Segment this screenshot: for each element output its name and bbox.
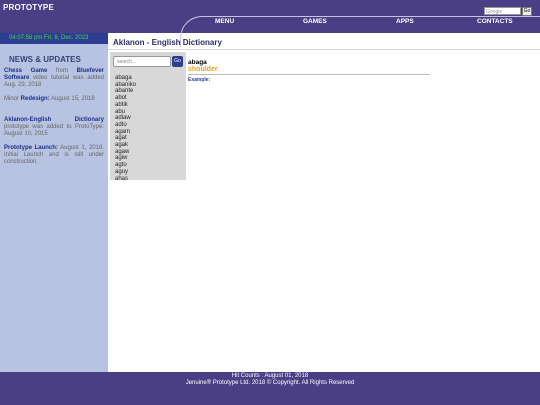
word-list-item[interactable]: agto xyxy=(115,162,136,169)
clock-bar: 04:07:56 pm Fri. 8, Dec. 2023 xyxy=(0,33,108,44)
news-item-chess: Chess Game from Bluefever Software video… xyxy=(4,68,104,89)
nav-item-contacts[interactable]: CONTACTS xyxy=(477,18,513,25)
dictionary-search-input[interactable]: search... xyxy=(113,56,171,67)
word-list: abaga abaniko abante abot abtik abu adlaw adto a… xyxy=(115,75,136,180)
word-list-item[interactable]: abaniko xyxy=(115,82,136,89)
word-list-item[interactable]: abaga xyxy=(115,75,136,82)
news-text: prototype was added to ProtoType: August… xyxy=(4,124,104,137)
google-search-button[interactable]: Go xyxy=(522,7,532,16)
news-link-redesign[interactable]: Redesign: xyxy=(21,96,50,102)
page-title: Aklanon - English Dictionary xyxy=(113,38,222,47)
footer-bar: Hit Counts : August 01, 2018 Jenuine® Pr… xyxy=(0,372,540,405)
word-list-item[interactable]: abu xyxy=(115,109,136,116)
word-list-item[interactable]: abante xyxy=(115,88,136,95)
news-item-dictionary: Aklanon-English Dictionary prototype was… xyxy=(4,117,104,138)
word-list-item[interactable]: abtik xyxy=(115,102,136,109)
nav-item-games[interactable]: GAMES xyxy=(303,18,327,25)
header-bar: PROTOTYPE Google Go MENU GAMES APPS CONT… xyxy=(0,0,540,47)
news-link-dictionary[interactable]: Aklanon-English Dictionary xyxy=(4,117,104,123)
news-text: August 15, 2018 xyxy=(49,96,95,102)
entry-example-label: Example: xyxy=(188,77,211,83)
dictionary-panel: search... Go abaga abaniko abante abot abtik… xyxy=(110,52,186,180)
sidebar: 04:07:56 pm Fri. 8, Dec. 2023 NEWS & UPD… xyxy=(0,33,108,372)
news-link-launch[interactable]: Prototype Launch: xyxy=(4,145,58,151)
word-list-item[interactable]: agaw xyxy=(115,149,136,156)
clock-text: 04:07:56 pm Fri. 8, Dec. 2023 xyxy=(9,35,89,41)
word-list-item[interactable]: aguy xyxy=(115,169,136,176)
copyright: Jenuine® Prototype Ltd. 2018 © Copyright… xyxy=(185,380,355,386)
entry-term: abaga xyxy=(188,59,207,66)
google-search-input[interactable]: Google xyxy=(484,7,521,15)
word-list-item[interactable]: ahas xyxy=(115,176,136,180)
site-logo[interactable]: PROTOTYPE xyxy=(3,3,54,12)
news-link-chess[interactable]: Chess Game xyxy=(4,68,47,74)
dictionary-search-button[interactable]: Go xyxy=(172,56,183,67)
news-text: from xyxy=(47,68,77,74)
nav-item-apps[interactable]: APPS xyxy=(396,18,414,25)
news-item-redesign: Minor Redesign: August 15, 2018 xyxy=(4,96,104,103)
nav-item-menu[interactable]: MENU xyxy=(215,18,234,25)
word-list-item[interactable]: adlaw xyxy=(115,115,136,122)
news-item-launch: Prototype Launch: August 1, 2018. Initia… xyxy=(4,145,104,166)
entry-divider xyxy=(188,74,430,75)
word-list-item[interactable]: abot xyxy=(115,95,136,102)
word-list-item[interactable]: agiw xyxy=(115,155,136,162)
news-title: NEWS & UPDATES xyxy=(9,55,81,64)
news-text: Minor xyxy=(4,96,21,102)
word-list-item[interactable]: adto xyxy=(115,122,136,129)
entry-meaning: shoulder xyxy=(188,66,218,73)
hit-counts: Hit Counts : August 01, 2018 xyxy=(231,373,309,379)
word-list-item[interactable]: agat xyxy=(115,135,136,142)
word-list-item[interactable]: agam xyxy=(115,129,136,136)
word-list-item[interactable]: agak xyxy=(115,142,136,149)
